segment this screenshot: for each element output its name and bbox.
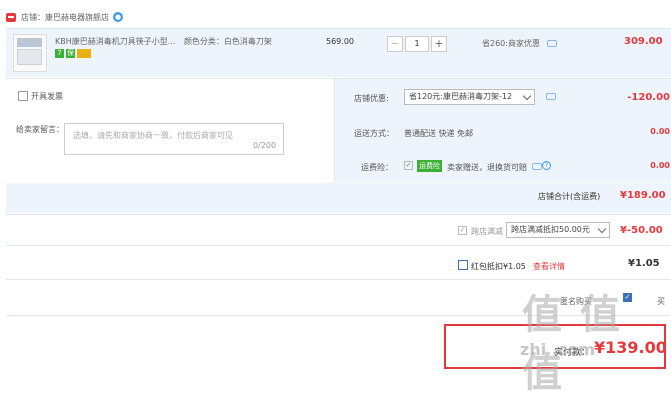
invoice-label: 开具发票 <box>31 92 63 101</box>
shipping-amount: 0.00 <box>650 127 670 136</box>
increase-quantity-button[interactable]: + <box>431 36 447 52</box>
decrease-quantity-button[interactable]: − <box>387 36 403 52</box>
comment-icon[interactable] <box>532 163 542 170</box>
discount-note: 省260:商家优惠 <box>482 38 557 49</box>
store-name[interactable]: 店铺：康巴赫电器旗舰店 <box>21 12 109 23</box>
discount-note-text: 省260:商家优惠 <box>482 39 540 48</box>
product-title[interactable]: KBH康巴赫消毒机刀具筷子小型... 颜色分类：白色消毒刀架 <box>55 36 272 47</box>
tmall-store-icon <box>6 13 16 22</box>
product-variant: 颜色分类：白色消毒刀架 <box>183 37 272 46</box>
product-name[interactable]: KBH康巴赫消毒机刀具筷子小型... <box>55 37 175 46</box>
shipping-label: 运送方式： <box>354 129 394 138</box>
chat-seller-icon[interactable]: ● <box>113 12 123 22</box>
divider <box>6 279 671 280</box>
order-item-row: KBH康巴赫消毒机刀具筷子小型... 颜色分类：白色消毒刀架 7保 569.00… <box>6 28 671 77</box>
cross-store-checkbox[interactable]: ✓ <box>458 226 467 235</box>
subtotal-label: 店铺合计(含运费) <box>538 192 601 201</box>
shop-discount-select[interactable]: 省120元:康巴赫消毒刀架-12 <box>404 89 535 105</box>
chevron-down-icon <box>597 224 607 234</box>
item-total: 309.00 <box>624 36 663 47</box>
help-icon[interactable]: ? <box>542 161 551 170</box>
shop-discount-label: 店铺优惠: <box>354 94 389 103</box>
red-packet-checkbox[interactable] <box>458 260 468 270</box>
red-packet-amount: ¥1.05 <box>628 258 660 269</box>
cross-store-value: 跨店满减抵扣50.00元 <box>511 225 590 234</box>
product-thumbnail[interactable] <box>13 34 47 72</box>
seller-note-placeholder: 选填，请先和商家协商一致，付款后商家可见 <box>73 131 233 140</box>
insurance-text: 卖家赠送，退换货可赔 <box>447 163 527 172</box>
insurance-checkbox[interactable]: ✓ <box>404 161 413 170</box>
guarantee-icon: 保 <box>66 49 75 58</box>
seller-note-field[interactable]: 选填，请先和商家协商一致，付款后商家可见 0/200 <box>64 123 284 155</box>
chevron-down-icon <box>522 91 532 101</box>
invoice-checkbox[interactable] <box>18 91 28 101</box>
store-header: 店铺：康巴赫电器旗舰店 ● <box>0 8 671 28</box>
store-subtotal-row: 店铺合计(含运费) ¥189.00 <box>6 183 671 213</box>
quantity-input[interactable]: 1 <box>405 36 429 52</box>
credit-card-icon <box>77 49 91 58</box>
insurance-label: 运费险： <box>361 163 393 172</box>
unit-price: 569.00 <box>326 37 354 46</box>
seller-note-label: 给卖家留言： <box>16 125 64 134</box>
comment-icon[interactable] <box>546 93 556 100</box>
options-right-panel: 店铺优惠: 省120元:康巴赫消毒刀架-12 -120.00 运送方式： 普通配… <box>334 79 671 182</box>
shop-discount-value: 省120元:康巴赫消毒刀架-12 <box>409 92 513 101</box>
cross-store-label: 跨店满减 <box>471 227 503 236</box>
quantity-stepper: − 1 + <box>387 36 455 52</box>
divider <box>6 245 671 246</box>
insurance-amount: 0.00 <box>650 161 670 170</box>
insurance-badge: 运费险 <box>417 160 442 172</box>
cross-store-amount: ¥-50.00 <box>620 225 663 236</box>
comment-icon[interactable] <box>546 40 557 47</box>
divider <box>6 214 671 215</box>
shop-discount-amount: -120.00 <box>627 92 670 103</box>
seven-day-return-icon: 7 <box>55 49 64 58</box>
subtotal-amount: ¥189.00 <box>620 190 666 201</box>
seller-note-counter: 0/200 <box>253 141 277 150</box>
service-badges: 7保 <box>55 49 93 58</box>
red-packet-details-link[interactable]: 查看详情 <box>533 261 565 272</box>
cross-store-select[interactable]: 跨店满减抵扣50.00元 <box>506 222 610 238</box>
red-packet-label: 红包抵扣¥1.05 <box>471 262 526 271</box>
shipping-value: 普通配送 快递 免邮 <box>404 129 474 138</box>
watermark-text: zhi .com <box>520 340 595 359</box>
